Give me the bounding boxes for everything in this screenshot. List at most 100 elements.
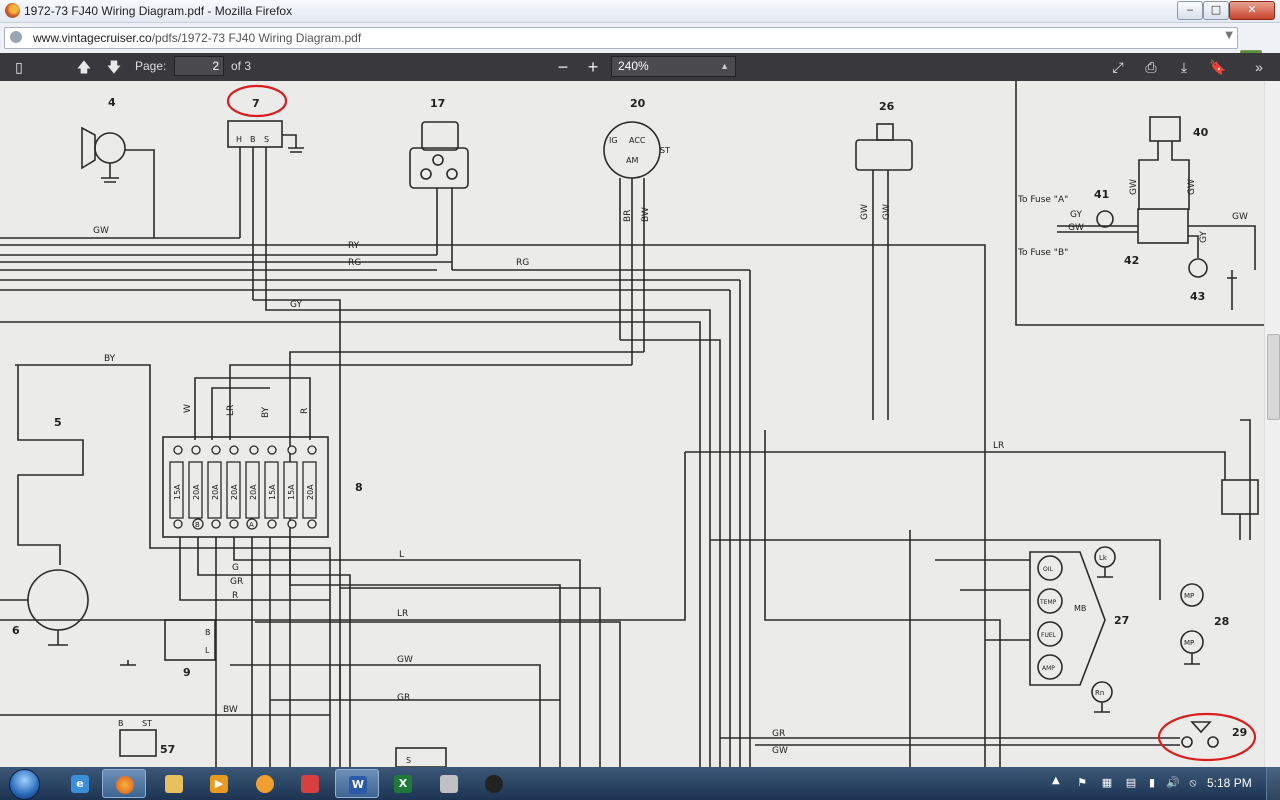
wire-label: GR — [397, 693, 410, 703]
component-number: 43 — [1190, 290, 1205, 303]
taskbar-explorer[interactable] — [152, 769, 196, 798]
vertical-scrollbar[interactable] — [1264, 81, 1280, 767]
history-dropdown-icon[interactable]: ▼ — [1225, 30, 1233, 41]
taskbar-media-player[interactable]: ▶ — [197, 769, 241, 798]
terminal-label: AM — [626, 156, 638, 165]
gauge-label: FUEL — [1041, 632, 1057, 639]
sidebar-toggle-icon[interactable]: ▯ — [8, 57, 30, 77]
volume-icon[interactable]: 🔊 — [1166, 776, 1180, 790]
firefox-icon — [116, 776, 134, 794]
component-number: 42 — [1124, 254, 1139, 267]
app-icon — [485, 775, 503, 793]
folder-icon — [165, 775, 183, 793]
terminal-label: B — [250, 135, 256, 144]
fuse-rating: 20A — [230, 484, 239, 500]
close-button[interactable]: ✕ — [1229, 1, 1275, 20]
wire-label: G — [232, 563, 239, 573]
print-icon[interactable]: ⎙ — [1140, 57, 1162, 77]
wiring-diagram: 4 7 17 20 26 40 41 42 43 5 8 6 9 27 28 2… — [0, 81, 1264, 767]
component-number: 20 — [630, 97, 646, 110]
component-number: 29 — [1232, 726, 1247, 739]
terminal-label: H — [236, 135, 242, 144]
pdf-toolbar: ▯ 🡅 🡇 Page: 2 of 3 − + 240% ▲ ⤢ ⎙ ⤓ 🔖 » — [0, 53, 1280, 81]
app-icon — [301, 775, 319, 793]
component-number: 8 — [355, 481, 363, 494]
start-button[interactable] — [6, 767, 44, 800]
wire-label: GW — [1068, 223, 1084, 233]
address-bar[interactable]: www.vintagecruiser.co/pdfs/1972-73 FJ40 … — [4, 27, 1238, 49]
address-domain: www.vintagecruiser.co — [33, 31, 152, 45]
wire-label: BY — [104, 354, 116, 364]
taskbar-word[interactable]: W — [335, 769, 379, 798]
taskbar-app-5[interactable] — [288, 769, 332, 798]
clipboard-icon[interactable]: ▤ — [1124, 776, 1138, 790]
component-number: 57 — [160, 743, 175, 756]
presentation-mode-icon[interactable]: ⤢ — [1107, 57, 1129, 77]
show-hidden-icons-icon[interactable]: ▲ — [1052, 775, 1060, 786]
bookmark-icon[interactable]: 🔖 — [1207, 57, 1229, 77]
media-player-icon: ▶ — [210, 775, 228, 793]
fuse-rating: 15A — [268, 484, 277, 500]
scrollbar-thumb[interactable] — [1267, 334, 1280, 420]
zoom-select[interactable]: 240% ▲ — [611, 56, 736, 77]
wire-label: RY — [348, 241, 360, 251]
component-number: 28 — [1214, 615, 1229, 628]
taskbar-excel[interactable]: X — [381, 769, 425, 798]
gauge-misc-label: Rn — [1095, 689, 1104, 697]
taskbar: e ▶ W X ▲ ⚑ ▦ ▤ ▮ 🔊 ⦸ 5:18 PM — [0, 767, 1280, 800]
show-desktop-button[interactable] — [1266, 767, 1280, 800]
wire-label: BW — [641, 207, 651, 222]
taskbar-internet-explorer[interactable]: e — [58, 769, 102, 798]
previous-page-icon[interactable]: 🡅 — [73, 57, 95, 77]
terminal-label: L — [205, 646, 210, 655]
terminal-label: ST — [142, 719, 152, 728]
zoom-in-button[interactable]: + — [582, 57, 604, 77]
taskbar-app-9[interactable] — [472, 769, 516, 798]
page-number-input[interactable]: 2 — [174, 56, 224, 76]
wire-label: GW — [1232, 212, 1248, 222]
excel-icon: X — [394, 775, 412, 793]
wire-label: GY — [290, 300, 303, 310]
component-number: 6 — [12, 624, 20, 637]
terminal-label: S — [264, 135, 269, 144]
fuse-rating: 20A — [192, 484, 201, 500]
wire-label: BR — [623, 210, 633, 222]
wire-label: LR — [993, 441, 1004, 451]
clock[interactable]: 5:18 PM — [1207, 776, 1252, 790]
fuse-rating: 20A — [249, 484, 258, 500]
word-icon: W — [349, 776, 367, 794]
minimize-button[interactable]: ‒ — [1177, 1, 1203, 20]
wire-label: R — [232, 591, 238, 601]
wire-label: W — [183, 404, 193, 413]
wire-label: LR — [397, 609, 408, 619]
window-title: 1972-73 FJ40 Wiring Diagram.pdf - Mozill… — [24, 4, 293, 18]
zoom-value: 240% — [618, 59, 649, 73]
maximize-button[interactable]: □ — [1203, 1, 1229, 20]
zoom-out-button[interactable]: − — [552, 57, 574, 77]
wire-label: RG — [348, 258, 361, 268]
next-page-icon[interactable]: 🡇 — [103, 57, 125, 77]
fuse-terminal-mark: B — [195, 521, 200, 529]
windows-logo-icon — [9, 769, 40, 800]
windows-tray-icon[interactable]: ▦ — [1100, 776, 1114, 790]
wire-label: GW — [1187, 179, 1197, 195]
taskbar-firefox[interactable] — [102, 769, 146, 798]
wire-label: GY — [1070, 210, 1083, 220]
taskbar-app-8[interactable] — [427, 769, 471, 798]
alert-icon[interactable]: ⦸ — [1186, 776, 1200, 790]
download-icon[interactable]: ⤓ — [1173, 57, 1195, 77]
pdf-viewer[interactable]: 4 7 17 20 26 40 41 42 43 5 8 6 9 27 28 2… — [0, 81, 1264, 767]
gauge-misc-label: Lk — [1099, 554, 1108, 562]
wire-label: RG — [516, 258, 529, 268]
network-icon[interactable]: ▮ — [1145, 776, 1159, 790]
gauge-misc-label: MP — [1184, 639, 1194, 647]
fuse-rating: 15A — [173, 484, 182, 500]
flag-icon[interactable]: ⚑ — [1075, 776, 1089, 790]
taskbar-app-4[interactable] — [243, 769, 287, 798]
globe-icon — [10, 31, 22, 43]
select-arrows-icon: ▲ — [720, 61, 729, 71]
terminal-label: B — [205, 628, 211, 637]
page-label: Page: — [135, 59, 167, 73]
component-number: 5 — [54, 416, 62, 429]
tools-menu-icon[interactable]: » — [1248, 57, 1270, 77]
